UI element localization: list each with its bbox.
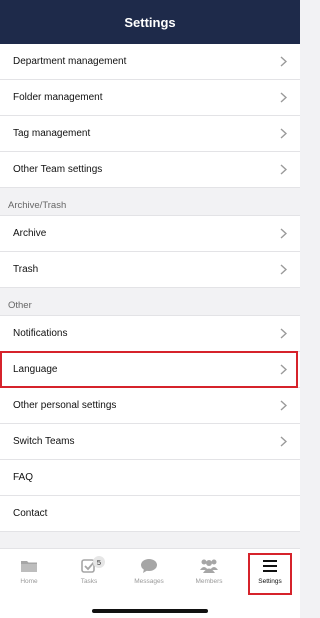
settings-item-label: Switch Teams (13, 436, 75, 447)
chevron-right-icon (278, 364, 288, 376)
section-header-archive-trash: Archive/Trash (0, 188, 300, 216)
tab-members[interactable]: Members (184, 557, 234, 597)
page-title: Settings (124, 14, 176, 30)
settings-item-label: Notifications (13, 328, 68, 339)
tab-label: Members (195, 578, 223, 585)
tab-label: Home (20, 578, 38, 585)
tab-label: Settings (258, 578, 282, 585)
settings-item-label: FAQ (13, 472, 34, 483)
settings-item-other-team-settings[interactable]: Other Team settings (0, 152, 300, 188)
settings-item-switch-teams[interactable]: Switch Teams (0, 424, 300, 460)
settings-item-label: Trash (13, 264, 39, 275)
folder-icon (18, 557, 40, 575)
settings-item-folder-management[interactable]: Folder management (0, 80, 300, 116)
settings-item-other-personal-settings[interactable]: Other personal settings (0, 388, 300, 424)
tab-tasks[interactable]: 5 Tasks (64, 556, 114, 597)
tab-messages[interactable]: Messages (124, 557, 174, 597)
settings-item-notifications[interactable]: Notifications (0, 316, 300, 352)
header-bar: Settings (0, 0, 300, 44)
settings-item-faq[interactable]: FAQ (0, 460, 300, 496)
home-indicator (92, 609, 208, 613)
settings-item-archive[interactable]: Archive (0, 216, 300, 252)
chevron-right-icon (278, 92, 288, 104)
chevron-right-icon (278, 56, 288, 68)
tab-label: Tasks (80, 578, 98, 585)
chevron-right-icon (278, 228, 288, 240)
chevron-right-icon (278, 128, 288, 140)
settings-item-department-management[interactable]: Department management (0, 44, 300, 80)
chevron-right-icon (278, 328, 288, 340)
chevron-right-icon (278, 264, 288, 276)
settings-item-trash[interactable]: Trash (0, 252, 300, 288)
tab-label: Messages (134, 578, 164, 585)
chevron-right-icon (278, 400, 288, 412)
chevron-right-icon (278, 436, 288, 448)
tab-home[interactable]: Home (4, 557, 54, 597)
tab-settings[interactable]: Settings (245, 557, 295, 597)
tasks-count-badge: 5 (93, 556, 105, 568)
chevron-right-icon (278, 164, 288, 176)
settings-item-language[interactable]: Language (0, 351, 300, 388)
settings-item-label: Tag management (13, 128, 91, 139)
settings-item-label: Other personal settings (13, 400, 117, 411)
chat-bubble-icon (138, 557, 160, 575)
settings-item-label: Other Team settings (13, 164, 103, 175)
settings-item-label: Contact (13, 508, 48, 519)
settings-item-tag-management[interactable]: Tag management (0, 116, 300, 152)
menu-icon (259, 557, 281, 575)
settings-item-contact[interactable]: Contact (0, 496, 300, 532)
settings-list: Department management Folder management … (0, 44, 300, 548)
section-header-other: Other (0, 288, 300, 316)
bottom-tab-bar: Home 5 Tasks Messages Members Settings (0, 548, 300, 618)
people-icon (198, 557, 220, 575)
settings-item-label: Folder management (13, 92, 103, 103)
settings-item-label: Archive (13, 228, 47, 239)
settings-item-label: Department management (13, 56, 127, 67)
settings-item-label: Language (13, 364, 58, 375)
